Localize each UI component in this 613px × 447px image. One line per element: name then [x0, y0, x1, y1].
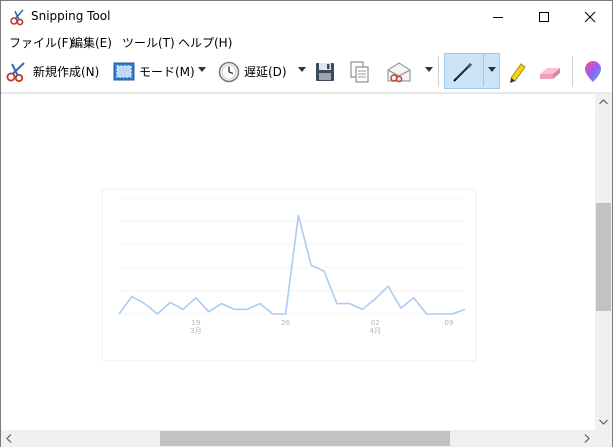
copy-icon — [350, 61, 369, 82]
minimize-button[interactable] — [475, 1, 521, 32]
eraser-button[interactable] — [538, 51, 562, 92]
vertical-scroll-thumb[interactable] — [596, 203, 611, 311]
x-tick-label-month: 3月 — [190, 327, 201, 335]
toolbar-separator — [438, 56, 439, 87]
scrollbar-corner — [595, 430, 612, 447]
highlighter-icon — [510, 62, 526, 83]
save-icon — [316, 62, 334, 81]
line-chart: 193月 26 024月 09 — [118, 197, 466, 335]
scroll-down-arrow-icon[interactable] — [595, 413, 612, 430]
x-tick-label-day: 02 — [371, 319, 380, 327]
clock-icon — [218, 61, 240, 82]
horizontal-scrollbar[interactable] — [1, 430, 595, 447]
x-tick-label-day: 26 — [281, 319, 290, 327]
horizontal-scroll-thumb[interactable] — [160, 431, 450, 446]
new-snip-button[interactable]: 新規作成(N) — [5, 51, 99, 92]
copy-button[interactable] — [348, 51, 372, 92]
x-tick-label-day: 09 — [445, 319, 454, 327]
new-snip-label: 新規作成(N) — [33, 65, 100, 79]
menu-tools[interactable]: ツール(T) — [122, 34, 175, 51]
menu-bar: ファイル(F) 編集(E) ツール(T) ヘルプ(H) — [1, 32, 612, 51]
menu-edit[interactable]: 編集(E) — [71, 34, 112, 51]
mode-button[interactable]: モード(M) — [113, 51, 195, 92]
snipping-tool-app-icon — [9, 8, 27, 26]
toolbar-separator-2 — [572, 56, 573, 87]
scissors-icon — [6, 61, 25, 82]
minimize-icon — [493, 16, 503, 18]
x-tick-label-day: 19 — [191, 319, 200, 327]
vertical-scrollbar[interactable] — [595, 94, 612, 430]
pen-dropdown-arrow-icon[interactable] — [488, 67, 496, 72]
menu-file[interactable]: ファイル(F) — [9, 34, 73, 51]
pen-icon — [453, 62, 473, 82]
save-button[interactable] — [314, 51, 336, 92]
send-snip-button[interactable] — [385, 51, 413, 92]
chart-series-line — [118, 214, 466, 315]
maximize-icon — [539, 11, 549, 22]
pen-button[interactable] — [451, 51, 475, 92]
toolbar: 新規作成(N) モード(M) 遅延(D) — [1, 51, 612, 92]
x-tick-label-month: 4月 — [370, 327, 381, 335]
delay-button[interactable]: 遅延(D) — [218, 51, 287, 92]
eraser-icon — [540, 67, 560, 79]
send-dropdown-arrow-icon[interactable] — [425, 67, 433, 72]
delay-label: 遅延(D) — [244, 65, 287, 79]
pen-split-divider — [483, 54, 484, 86]
captured-chart-card: 19 3月 26 02 4月 09 — [102, 189, 476, 361]
close-button[interactable] — [567, 1, 613, 32]
mode-label: モード(M) — [139, 65, 195, 79]
title-bar: Snipping Tool — [1, 1, 612, 32]
window-title: Snipping Tool — [31, 9, 111, 23]
paint3d-icon — [585, 60, 601, 82]
rectangle-mode-icon — [113, 62, 135, 80]
mode-dropdown-arrow-icon[interactable] — [198, 67, 206, 72]
scroll-left-arrow-icon[interactable] — [1, 430, 18, 447]
snipping-tool-window: Snipping Tool ファイル(F) 編集(E) ツール(T) ヘルプ(H… — [0, 0, 613, 447]
paint3d-button[interactable] — [583, 51, 603, 92]
delay-dropdown-arrow-icon[interactable] — [298, 67, 306, 72]
maximize-button[interactable] — [521, 1, 567, 32]
scroll-right-arrow-icon[interactable] — [578, 430, 595, 447]
snip-canvas[interactable]: 19 3月 26 02 4月 09 — [1, 94, 595, 430]
close-icon — [584, 11, 596, 22]
send-email-icon — [387, 61, 411, 82]
menu-help[interactable]: ヘルプ(H) — [178, 34, 232, 51]
scroll-up-arrow-icon[interactable] — [595, 94, 612, 111]
highlighter-button[interactable] — [505, 51, 527, 92]
